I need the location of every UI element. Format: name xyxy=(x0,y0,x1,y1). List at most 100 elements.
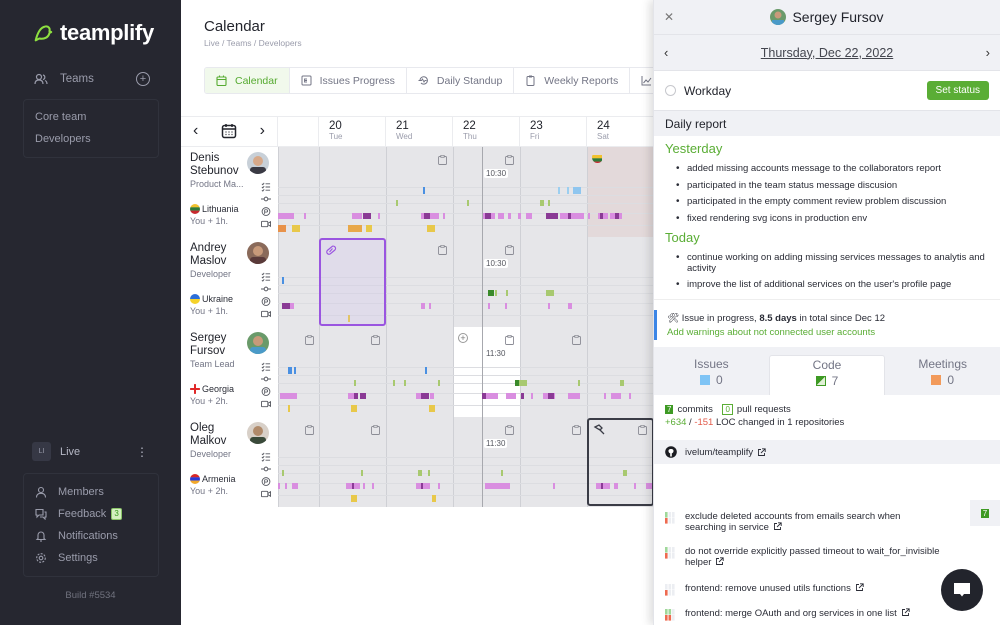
commit-message[interactable]: frontend: merge OAuth and org services i… xyxy=(685,608,897,619)
activity-mark[interactable] xyxy=(424,213,430,219)
holiday-flag-icon[interactable] xyxy=(592,152,603,163)
activity-mark[interactable] xyxy=(288,405,290,412)
activity-mark[interactable] xyxy=(430,393,434,399)
activity-mark[interactable] xyxy=(488,290,494,296)
tab-meetings[interactable]: Meetings 0 xyxy=(885,355,1000,395)
activity-mark[interactable] xyxy=(290,303,294,309)
next-day-button[interactable]: › xyxy=(986,45,990,60)
teams-header[interactable]: Teams + xyxy=(34,72,150,86)
close-icon[interactable]: ✕ xyxy=(664,10,674,24)
report-clipboard-icon[interactable] xyxy=(572,332,581,345)
activity-mark[interactable] xyxy=(421,303,425,309)
activity-mark[interactable] xyxy=(363,483,365,489)
commit-message[interactable]: exclude deleted accounts from emails sea… xyxy=(685,511,900,533)
activity-mark[interactable] xyxy=(486,393,498,399)
day-cell[interactable] xyxy=(386,327,453,417)
status-radio[interactable] xyxy=(665,85,676,96)
tab-issues[interactable]: Issues 0 xyxy=(654,355,769,395)
activity-mark[interactable] xyxy=(600,213,603,219)
activity-mark[interactable] xyxy=(288,367,292,374)
tab-issues-progress[interactable]: Issues Progress xyxy=(290,68,407,93)
activity-mark[interactable] xyxy=(282,470,284,476)
tab-weekly-reports[interactable]: Weekly Reports xyxy=(514,68,631,93)
activity-mark[interactable] xyxy=(363,213,371,219)
activity-mark[interactable] xyxy=(521,393,524,399)
external-link-icon[interactable] xyxy=(855,583,864,592)
nav-members[interactable]: Members xyxy=(35,486,104,498)
activity-mark[interactable] xyxy=(351,405,357,412)
activity-mark[interactable] xyxy=(611,393,621,399)
activity-mark[interactable] xyxy=(526,213,532,219)
activity-mark[interactable] xyxy=(282,303,290,309)
activity-mark[interactable] xyxy=(427,225,435,232)
date-picker-icon[interactable] xyxy=(221,123,237,139)
nav-notifications[interactable]: Notifications xyxy=(35,530,118,542)
day-cell[interactable] xyxy=(386,417,453,507)
report-clipboard-icon[interactable] xyxy=(572,422,581,435)
repo-header[interactable]: ivelum/teamplify xyxy=(654,440,1000,464)
activity-mark[interactable] xyxy=(285,483,287,489)
report-clipboard-icon[interactable] xyxy=(438,152,447,165)
activity-mark[interactable] xyxy=(548,303,550,309)
external-link-icon[interactable] xyxy=(773,522,782,531)
activity-mark[interactable] xyxy=(429,303,431,309)
activity-mark[interactable] xyxy=(366,225,372,232)
activity-mark[interactable] xyxy=(348,225,362,232)
activity-mark[interactable] xyxy=(540,200,544,206)
activity-mark[interactable] xyxy=(467,200,469,206)
person-name[interactable]: Oleg Malkov xyxy=(190,422,252,448)
activity-mark[interactable] xyxy=(393,380,395,386)
activity-mark[interactable] xyxy=(615,213,619,219)
commit-item[interactable]: frontend: merge OAuth and org services i… xyxy=(654,608,944,621)
nav-feedback[interactable]: Feedback 3 xyxy=(35,508,122,520)
external-link-icon[interactable] xyxy=(715,557,725,566)
activity-mark[interactable] xyxy=(560,213,584,219)
person-name[interactable]: Andrey Maslov xyxy=(190,242,252,268)
report-clipboard-icon[interactable] xyxy=(305,332,314,345)
activity-mark[interactable] xyxy=(546,290,554,296)
activity-mark[interactable] xyxy=(506,290,508,296)
activity-mark[interactable] xyxy=(443,213,445,219)
report-clipboard-icon[interactable] xyxy=(438,242,447,255)
activity-mark[interactable] xyxy=(278,213,294,219)
activity-mark[interactable] xyxy=(588,213,590,219)
day-cell[interactable] xyxy=(319,147,386,237)
activity-mark[interactable] xyxy=(501,470,503,476)
day-header[interactable]: 22 Thu xyxy=(452,117,519,148)
activity-mark[interactable] xyxy=(352,213,362,219)
commit-item[interactable]: frontend: remove unused utils functions xyxy=(654,583,944,596)
activity-mark[interactable] xyxy=(418,470,422,476)
tab-code[interactable]: Code 7 xyxy=(768,355,886,395)
activity-mark[interactable] xyxy=(378,213,380,219)
activity-mark[interactable] xyxy=(531,393,533,399)
activity-mark[interactable] xyxy=(292,483,298,489)
activity-mark[interactable] xyxy=(372,483,374,489)
person-name[interactable]: Sergey Fursov xyxy=(190,332,252,358)
commit-item[interactable]: do not override explicitly passed timeou… xyxy=(654,546,944,568)
activity-mark[interactable] xyxy=(506,393,516,399)
report-clipboard-icon[interactable] xyxy=(505,332,514,345)
activity-mark[interactable] xyxy=(548,200,550,206)
person-info[interactable]: Oleg Malkov Developer Armenia You + 2h. xyxy=(181,417,278,507)
external-link-icon[interactable] xyxy=(757,447,766,457)
activity-mark[interactable] xyxy=(416,483,430,489)
logo[interactable]: teamplify xyxy=(32,20,154,46)
activity-mark[interactable] xyxy=(568,393,580,399)
activity-mark[interactable] xyxy=(604,393,606,399)
report-clipboard-icon[interactable] xyxy=(371,422,380,435)
activity-mark[interactable] xyxy=(278,483,280,489)
person-info[interactable]: Andrey Maslov Developer Ukraine You + 1h. xyxy=(181,237,278,327)
activity-mark[interactable] xyxy=(558,187,560,194)
activity-mark[interactable] xyxy=(488,303,490,309)
day-header[interactable]: 21 Wed xyxy=(385,117,452,148)
tab-calendar[interactable]: Calendar xyxy=(205,68,290,93)
prev-day-button[interactable]: ‹ xyxy=(664,45,668,60)
day-cell[interactable] xyxy=(278,237,319,327)
day-header[interactable]: 24 Sat xyxy=(586,117,656,148)
day-header[interactable]: 23 Fri xyxy=(519,117,586,148)
chat-button[interactable] xyxy=(941,569,983,611)
activity-mark[interactable] xyxy=(546,213,558,219)
activity-mark[interactable] xyxy=(278,225,286,232)
activity-mark[interactable] xyxy=(498,213,504,219)
day-cell[interactable] xyxy=(278,147,319,237)
